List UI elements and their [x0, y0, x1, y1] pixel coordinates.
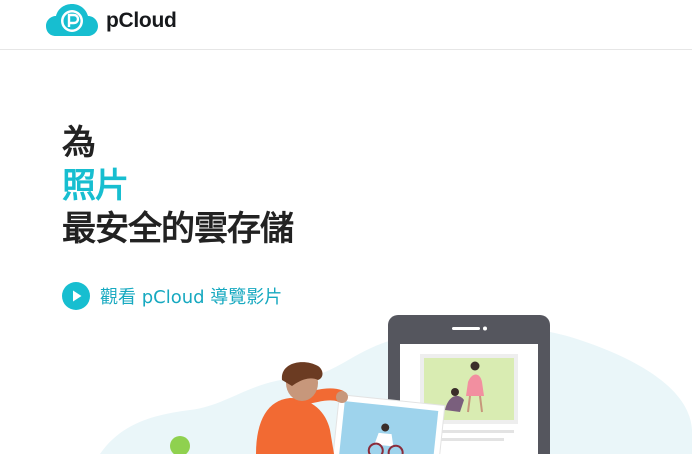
pcloud-logo-icon — [46, 4, 98, 36]
hero-heading: 為 照片 最安全的雲存儲 — [62, 122, 294, 251]
brand-name: pCloud — [106, 9, 177, 32]
hero-line-2: 照片 — [62, 166, 129, 206]
hero-illustration — [100, 315, 692, 454]
site-header: pCloud — [0, 0, 692, 50]
hero-line-3: 最安全的雲存儲 — [62, 209, 294, 249]
photo-card-icon — [331, 393, 446, 454]
hero-line-1: 為 — [62, 123, 96, 163]
brand-logo[interactable]: pCloud — [46, 4, 177, 38]
